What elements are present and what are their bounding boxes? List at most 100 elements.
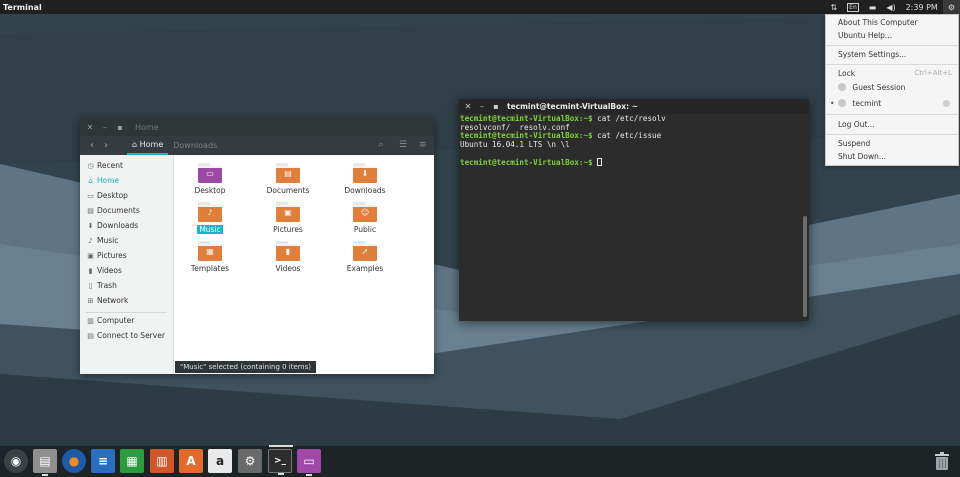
menu-item-help[interactable]: Ubuntu Help... xyxy=(838,30,952,41)
maximize-window-icon[interactable]: ▪ xyxy=(115,123,125,132)
examples-glyph-icon: ➚ xyxy=(361,247,369,256)
folder-downloads[interactable]: ⬇ Downloads xyxy=(335,163,395,195)
folder-icon: ⬇ xyxy=(353,163,377,183)
firefox-icon[interactable]: ● xyxy=(62,449,86,473)
keyboard-indicator[interactable]: En xyxy=(842,0,864,14)
libreoffice-writer-icon[interactable]: ≡ xyxy=(91,449,115,473)
folder-icon: ➚ xyxy=(353,241,377,261)
folder-label: Downloads xyxy=(344,186,386,195)
forward-arrow-icon[interactable]: › xyxy=(99,140,113,151)
menu-item-guest-session[interactable]: Guest Session xyxy=(838,82,952,93)
trash-icon[interactable] xyxy=(930,449,954,473)
terminal-titlebar[interactable]: ✕ – ▪ tecmint@tecmint-VirtualBox: ~ xyxy=(459,99,809,114)
folder-icon: ☺ xyxy=(353,202,377,222)
menu-icon[interactable]: ≡ xyxy=(416,136,430,155)
desktop-icon: ▭ xyxy=(87,192,94,200)
user-status-icon xyxy=(943,100,950,107)
folder-label: Templates xyxy=(190,264,230,273)
sidebar-item-label: Computer xyxy=(97,316,135,325)
folder-documents[interactable]: ▤ Documents xyxy=(258,163,318,195)
network-indicator-icon[interactable]: ⇅ xyxy=(825,0,842,14)
maximize-window-icon[interactable]: ▪ xyxy=(491,102,501,111)
folder-public[interactable]: ☺ Public xyxy=(335,202,395,234)
amazon-icon[interactable]: a xyxy=(208,449,232,473)
folder-templates[interactable]: ▦ Templates xyxy=(180,241,240,273)
sidebar-item-label: Trash xyxy=(97,281,117,290)
terminal-line: Ubuntu 16.04.1 LTS \n \l xyxy=(460,140,801,150)
sidebar-item-recent[interactable]: ◷ Recent xyxy=(87,160,122,172)
sidebar-item-connect-to-server[interactable]: ▤ Connect to Server xyxy=(87,330,165,342)
menu-separator xyxy=(826,134,958,135)
ubuntu-launcher-icon[interactable]: ◉ xyxy=(4,449,28,473)
breadcrumb-downloads[interactable]: Downloads xyxy=(168,136,222,155)
volume-indicator-icon[interactable]: ◀) xyxy=(881,0,900,14)
menu-item-shutdown[interactable]: Shut Down... xyxy=(838,151,952,162)
sidebar-item-videos[interactable]: ▮ Videos xyxy=(87,265,122,277)
folder-label: Videos xyxy=(275,264,301,273)
folder-pictures[interactable]: ▣ Pictures xyxy=(258,202,318,234)
file-manager-window: ✕ – ▪ Home ‹ › ⌂ Home Downloads ⌕ ☰ ≡ ◷ R… xyxy=(80,118,434,374)
sidebar-item-documents[interactable]: ▤ Documents xyxy=(87,205,140,217)
back-arrow-icon[interactable]: ‹ xyxy=(85,140,99,151)
sidebar-item-pictures[interactable]: ▣ Pictures xyxy=(87,250,127,262)
menu-item-logout[interactable]: Log Out... xyxy=(838,119,952,130)
file-manager-icon[interactable]: ▤ xyxy=(33,449,57,476)
menu-item-guest-label: Guest Session xyxy=(852,83,906,92)
sidebar-item-desktop[interactable]: ▭ Desktop xyxy=(87,190,128,202)
folder-examples[interactable]: ➚ Examples xyxy=(335,241,395,273)
folder-icon: ▭ xyxy=(198,163,222,183)
terminal-scrollbar[interactable] xyxy=(803,216,807,317)
sidebar-item-home[interactable]: ⌂ Home xyxy=(87,175,119,187)
menu-item-system-settings[interactable]: System Settings... xyxy=(838,49,952,60)
folder-desktop[interactable]: ▭ Desktop xyxy=(180,163,240,195)
menu-item-user[interactable]: • tecmint xyxy=(830,98,952,109)
software-center-icon[interactable]: A xyxy=(179,449,203,473)
list-view-icon[interactable]: ☰ xyxy=(396,136,410,155)
battery-indicator-icon[interactable]: ▬ xyxy=(864,0,882,14)
clock[interactable]: 2:39 PM xyxy=(901,0,943,14)
computer-icon: ▥ xyxy=(87,317,94,325)
close-window-icon[interactable]: ✕ xyxy=(85,123,95,132)
folder-music[interactable]: ♪ Music xyxy=(180,202,240,234)
folder-videos[interactable]: ▮ Videos xyxy=(258,241,318,273)
sidebar-item-computer[interactable]: ▥ Computer xyxy=(87,315,134,327)
breadcrumb-home[interactable]: ⌂ Home xyxy=(127,136,169,155)
selection-status: "Music" selected (containing 0 items) xyxy=(175,361,316,373)
sidebar-item-trash[interactable]: ▯ Trash xyxy=(87,280,117,292)
folder-icon: ▮ xyxy=(276,241,300,261)
session-gear-icon[interactable]: ⚙ xyxy=(942,0,960,14)
sidebar-item-label: Documents xyxy=(97,206,140,215)
close-window-icon[interactable]: ✕ xyxy=(463,102,473,111)
menu-item-lock[interactable]: Lock Ctrl+Alt+L xyxy=(838,68,952,79)
sidebar-separator xyxy=(86,312,167,313)
settings-gear-icon[interactable]: ⚙ xyxy=(238,449,262,473)
minimize-window-icon[interactable]: – xyxy=(477,102,487,111)
menu-item-about[interactable]: About This Computer xyxy=(838,17,952,28)
sidebar-item-label: Desktop xyxy=(97,191,128,200)
sidebar-item-downloads[interactable]: ⬇ Downloads xyxy=(87,220,139,232)
terminal-icon[interactable]: >_ xyxy=(268,445,293,475)
minimize-window-icon[interactable]: – xyxy=(100,123,110,132)
home-icon: ⌂ xyxy=(88,177,93,185)
sidebar-item-label: Music xyxy=(97,236,119,245)
sidebar-item-network[interactable]: ⊞ Network xyxy=(87,295,129,307)
folder-icon: ♪ xyxy=(198,202,222,222)
menu-separator xyxy=(826,114,958,115)
libreoffice-impress-icon[interactable]: ▥ xyxy=(150,449,174,473)
libreoffice-calc-icon[interactable]: ▦ xyxy=(120,449,144,473)
menu-item-suspend[interactable]: Suspend xyxy=(838,138,952,149)
files-purple-icon[interactable]: ▭ xyxy=(297,449,321,476)
session-menu: About This Computer Ubuntu Help... Syste… xyxy=(825,14,959,166)
terminal-output[interactable]: tecmint@tecmint-VirtualBox:~$ cat /etc/r… xyxy=(460,114,801,321)
search-icon[interactable]: ⌕ xyxy=(374,136,388,155)
desktop-glyph-icon: ▭ xyxy=(206,169,214,178)
folder-icon: ▤ xyxy=(276,163,300,183)
file-manager-titlebar[interactable]: ✕ – ▪ Home xyxy=(80,118,434,136)
sidebar-item-label: Network xyxy=(97,296,129,305)
user-avatar-icon xyxy=(838,99,846,107)
sidebar-item-music[interactable]: ♪ Music xyxy=(87,235,118,247)
breadcrumb-home-label: Home xyxy=(139,140,164,149)
command-text: cat /etc/resolv xyxy=(592,114,666,123)
window-title: Home xyxy=(135,122,159,132)
top-panel: Terminal ⇅ En ▬ ◀) 2:39 PM ⚙ xyxy=(0,0,960,14)
